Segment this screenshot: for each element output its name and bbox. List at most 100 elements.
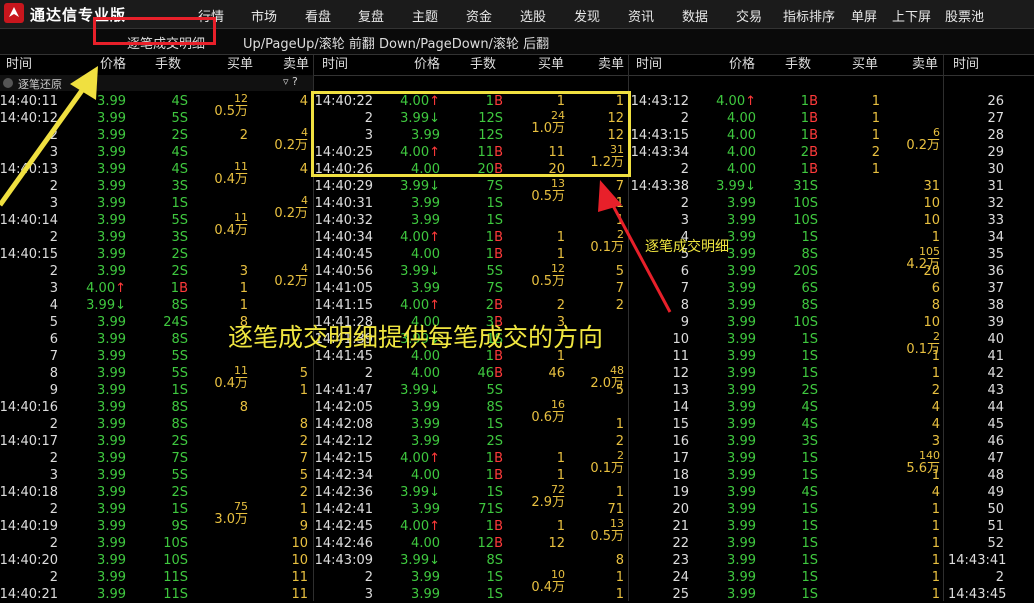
order-cell: 1 xyxy=(871,128,880,143)
order-cell: 10 xyxy=(923,213,940,228)
order-cell: 8 xyxy=(299,417,308,432)
volume-cell: 1B xyxy=(768,127,818,144)
volume-number: 2 xyxy=(171,485,180,500)
side-tag: S xyxy=(809,536,818,551)
side-tag: S xyxy=(179,400,188,415)
menu-item[interactable]: 发现 xyxy=(574,6,600,25)
side-tag: S xyxy=(809,196,818,211)
price-cell: 3.99 xyxy=(727,570,756,585)
volume-number: 8 xyxy=(171,298,180,313)
price-cell: 3.99 xyxy=(97,485,126,500)
time-cell: 9 xyxy=(680,315,689,330)
menu-item[interactable]: 单屏 xyxy=(851,6,877,25)
side-tag: S xyxy=(179,247,188,262)
side-tag: S xyxy=(809,213,818,228)
time-cell: 14:42:05 xyxy=(314,400,373,415)
column-header[interactable]: 时间 xyxy=(953,56,979,74)
column-header[interactable]: 手数 xyxy=(785,56,811,74)
order-cell: 5 xyxy=(299,366,308,381)
column-header[interactable]: 卖单 xyxy=(912,56,938,74)
order-cell: 1 xyxy=(931,553,940,568)
menu-item[interactable]: 交易 xyxy=(736,6,762,25)
volume-cell: 4S xyxy=(138,93,188,110)
price-cell: 3.99 xyxy=(727,468,756,483)
column-header[interactable]: 买单 xyxy=(852,56,878,74)
column-header[interactable]: 价格 xyxy=(729,56,755,74)
price-cell: 3.99 xyxy=(97,213,126,228)
down-arrow-icon: ↓ xyxy=(429,553,440,568)
menu-item[interactable]: 资金 xyxy=(466,6,492,25)
volume-number: 10 xyxy=(793,213,810,228)
column-header[interactable]: 时间 xyxy=(636,56,662,74)
order-cell: 7 xyxy=(615,179,624,194)
side-tag: S xyxy=(179,111,188,126)
volume-number: 2 xyxy=(486,434,495,449)
column-header[interactable]: 时间 xyxy=(322,56,348,74)
time-cell: 14:40:31 xyxy=(314,196,373,211)
column-header[interactable]: 价格 xyxy=(100,56,126,74)
order-cell: 1 xyxy=(556,451,565,466)
volume-cell: 8S xyxy=(138,399,188,416)
volume-cell: 1B xyxy=(453,229,503,246)
menu-item[interactable]: 复盘 xyxy=(358,6,384,25)
column-header[interactable]: 买单 xyxy=(227,56,253,74)
filter-help-icon[interactable]: ▿ ? xyxy=(283,75,298,88)
menu-item[interactable]: 选股 xyxy=(520,6,546,25)
side-tag: S xyxy=(179,417,188,432)
side-tag: S xyxy=(179,366,188,381)
volume-cell: 3S xyxy=(768,433,818,450)
menu-item[interactable]: 上下屏 xyxy=(892,6,931,25)
order-cell: 2 xyxy=(299,485,308,500)
order-cell: 10 xyxy=(923,196,940,211)
column-header[interactable]: 价格 xyxy=(414,56,440,74)
volume-cell: 8S xyxy=(768,246,818,263)
time-cell: 14:40:20 xyxy=(0,553,58,568)
volume-number: 10 xyxy=(163,553,180,568)
time-cell: 11 xyxy=(672,349,689,364)
menu-item[interactable]: 指标排序 xyxy=(783,6,835,25)
column-header[interactable]: 卖单 xyxy=(283,56,309,74)
menu-item[interactable]: 市场 xyxy=(251,6,277,25)
time-cell: 12 xyxy=(672,366,689,381)
side-tag: S xyxy=(179,128,188,143)
order-cell: 4 xyxy=(931,417,940,432)
side-tag: S xyxy=(494,502,503,517)
side-tag: S xyxy=(494,383,503,398)
volume-number: 5 xyxy=(171,349,180,364)
column-header[interactable]: 时间 xyxy=(6,56,32,74)
menu-item[interactable]: 股票池 xyxy=(945,6,984,25)
column-header[interactable]: 买单 xyxy=(538,56,564,74)
column-header[interactable]: 手数 xyxy=(155,56,181,74)
price-cell: 3.99 xyxy=(97,366,126,381)
order-cell: 4 xyxy=(299,94,308,109)
time-cell: 16 xyxy=(672,434,689,449)
volume-number: 3 xyxy=(171,179,180,194)
order-cell: 2 xyxy=(615,298,624,313)
column-header[interactable]: 手数 xyxy=(470,56,496,74)
menu-item[interactable]: 数据 xyxy=(682,6,708,25)
order-cell: 1 xyxy=(239,298,248,313)
volume-number: 1 xyxy=(801,587,810,602)
menu-item[interactable]: 资讯 xyxy=(628,6,654,25)
time-cell: 3 xyxy=(49,145,58,160)
menu-item[interactable]: 主题 xyxy=(412,6,438,25)
volume-cell: 1S xyxy=(768,535,818,552)
replay-label[interactable]: 逐笔还原 xyxy=(18,76,62,92)
time-cell: 3 xyxy=(680,213,689,228)
side-tag: S xyxy=(179,332,188,347)
volume-number: 20 xyxy=(793,264,810,279)
volume-cell: 1B xyxy=(138,280,188,297)
price-cell: 3.99 xyxy=(97,400,126,415)
time-cell: 23 xyxy=(672,553,689,568)
time-cell: 14:40:11 xyxy=(0,94,58,109)
time-cell: 14:43:38 xyxy=(630,179,689,194)
column-header[interactable]: 卖单 xyxy=(598,56,624,74)
volume-number: 2 xyxy=(171,434,180,449)
time-cell: 42 xyxy=(987,366,1004,381)
order-cell: 1 xyxy=(615,196,624,211)
time-cell: 14:40:15 xyxy=(0,247,58,262)
collapse-icon[interactable] xyxy=(3,78,13,88)
menu-item[interactable]: 看盘 xyxy=(305,6,331,25)
price-cell: 3.99 xyxy=(97,383,126,398)
time-cell: 14:40:32 xyxy=(314,213,373,228)
